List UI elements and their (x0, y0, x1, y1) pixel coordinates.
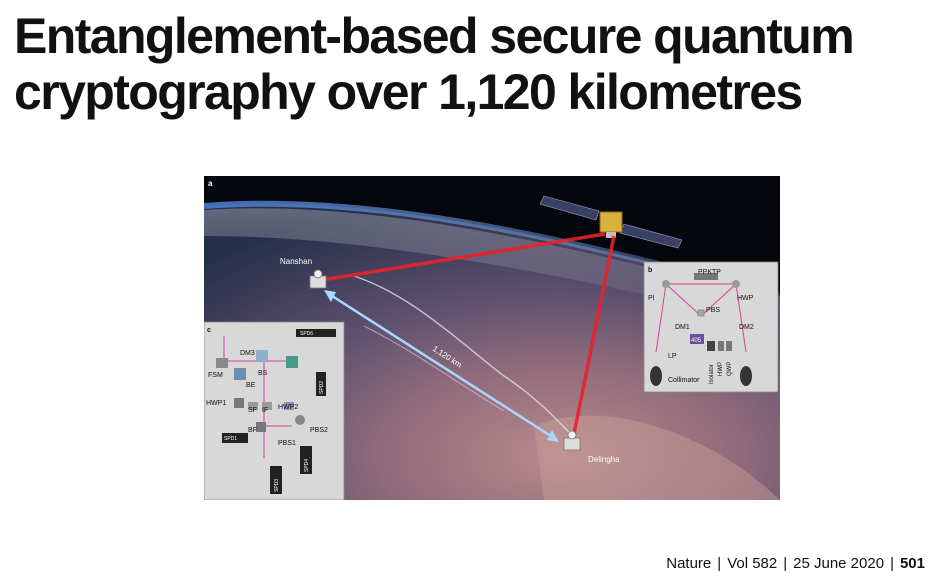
qwp-label: QWP (727, 362, 733, 376)
if-label: IF (262, 407, 268, 414)
pi-label: PI (648, 295, 655, 302)
inset-panel-c: c DM3 FSM BS BE HWP1 SF IF HWP2 PBS2 BF … (204, 321, 345, 500)
panel-c-label: c (207, 327, 211, 334)
bs-label: BS (258, 370, 268, 377)
spd1-label: SPD1 (224, 436, 237, 442)
inset-panel-b: b PPKTP PI HWP PBS DM1 DM2 405 LP Isolat… (643, 261, 779, 393)
journal-volume: Vol 582 (727, 555, 778, 572)
nanshan-label: Nanshan (280, 257, 312, 266)
delingha-label: Delingha (588, 455, 620, 464)
bf-label: BF (248, 427, 257, 434)
isolator-label: Isolator (709, 364, 715, 384)
hwp-label: HWP (737, 295, 754, 302)
title-line-1: Entanglement-based secure quantum (14, 8, 855, 64)
spd3-label: SPD3 (274, 479, 280, 492)
pbs-label: PBS (706, 307, 720, 314)
hwp-rot-label: HWP (718, 362, 724, 376)
title-line-2: cryptography over 1,120 kilometres (14, 64, 803, 120)
panel-a-label: a (208, 179, 213, 188)
footer-separator: | (890, 555, 894, 572)
dm3-label: DM3 (240, 350, 255, 357)
be-label: BE (246, 382, 256, 389)
pbs1-label: PBS1 (278, 440, 296, 447)
figure-illustration: a Nanshan Delingha 1,120 km b PPKTP PI H… (204, 176, 780, 500)
dm1-label: DM1 (675, 324, 690, 331)
article-title: Entanglement-based secure quantum crypto… (14, 8, 855, 120)
page-footer: Nature | Vol 582 | 25 June 2020 | 501 (666, 555, 925, 572)
ppktp-label: PPKTP (698, 269, 721, 276)
footer-separator: | (717, 555, 722, 572)
hwp1-label: HWP1 (206, 400, 226, 407)
fsm-label: FSM (208, 372, 223, 379)
dm2-label: DM2 (739, 324, 754, 331)
lp-label: LP (668, 353, 677, 360)
spd2-label: SPD2 (319, 381, 325, 394)
footer-separator: | (783, 555, 788, 572)
spd4-label: SPD4 (304, 459, 310, 472)
pbs2-label: PBS2 (310, 427, 328, 434)
collimator-label: Collimator (668, 377, 700, 384)
spd6-label: SPD6 (300, 331, 313, 337)
page-number: 501 (899, 555, 925, 572)
issue-date: 25 June 2020 (793, 555, 885, 572)
sf-label: SF (248, 407, 257, 414)
journal-name: Nature (666, 555, 712, 572)
laser-405-label: 405 (691, 338, 702, 344)
hwp2-label: HWP2 (278, 404, 298, 411)
panel-b-label: b (648, 267, 652, 274)
figure-1: a Nanshan Delingha 1,120 km b PPKTP PI H… (204, 176, 780, 500)
